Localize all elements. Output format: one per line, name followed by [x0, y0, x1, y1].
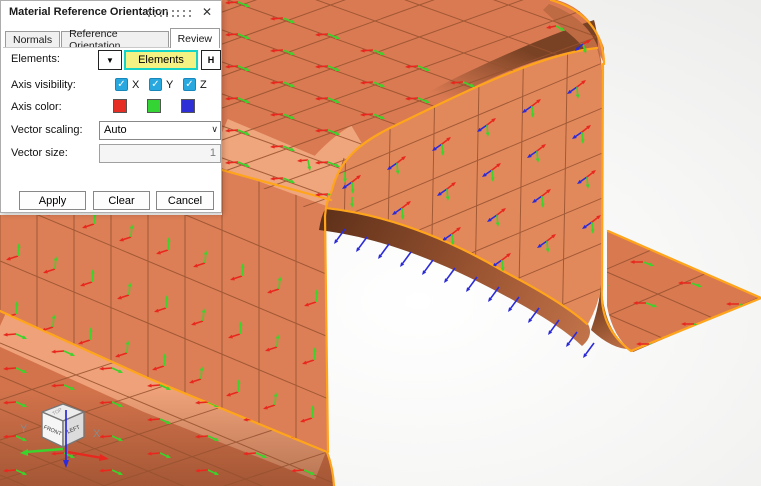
- app-window: TOP FRONT LEFT Y X Material Reference Or…: [0, 0, 761, 486]
- dialog-titlebar[interactable]: Material Reference Orientation ✕: [1, 1, 221, 25]
- material-reference-orientation-dialog: Material Reference Orientation ✕ Normals…: [0, 0, 222, 213]
- vector-size-label: Vector size:: [11, 147, 68, 159]
- dialog-title: Material Reference Orientation: [9, 6, 169, 18]
- drag-grip[interactable]: [148, 10, 194, 18]
- tab-normals[interactable]: Normals: [5, 31, 61, 48]
- dialog-buttons-row: Apply Clear Cancel: [3, 191, 220, 211]
- entity-dropdown-button[interactable]: ▼: [98, 50, 122, 70]
- axis-visibility-label: Axis visibility:: [11, 79, 76, 91]
- x-color-swatch[interactable]: [113, 99, 127, 113]
- vector-scaling-label: Vector scaling:: [11, 124, 83, 136]
- checkbox-y[interactable]: ✓: [149, 78, 162, 91]
- axis-color-row: Axis color:: [3, 98, 220, 118]
- clear-button[interactable]: Clear: [93, 191, 150, 210]
- vector-scaling-row: Vector scaling: Auto ∨: [3, 121, 221, 141]
- axis-x-label: X: [93, 428, 101, 440]
- y-color-swatch[interactable]: [147, 99, 161, 113]
- cancel-button[interactable]: Cancel: [156, 191, 214, 210]
- apply-button[interactable]: Apply: [19, 191, 86, 210]
- tab-review[interactable]: Review: [169, 28, 220, 48]
- vector-size-row: Vector size: 1: [3, 144, 221, 164]
- checkbox-y-label: Y: [166, 79, 174, 91]
- tab-reference-orientation[interactable]: Reference Orientation: [61, 28, 169, 52]
- multi-select-icon[interactable]: H: [201, 50, 221, 70]
- close-icon[interactable]: ✕: [200, 5, 214, 19]
- elements-select-button[interactable]: Elements: [124, 50, 198, 70]
- axis-color-label: Axis color:: [11, 101, 62, 113]
- axis-visibility-row: Axis visibility: ✓ X ✓ Y ✓ Z: [3, 76, 220, 96]
- checkbox-z[interactable]: ✓: [183, 78, 196, 91]
- vector-size-input[interactable]: 1: [99, 144, 221, 163]
- dialog-tabs: Normals Reference Orientation Review: [5, 28, 221, 52]
- tab-page-review: Elements: ▼ Elements H Axis visibility: …: [3, 47, 221, 211]
- chevron-down-icon: ∨: [211, 124, 218, 134]
- elements-row: Elements: ▼ Elements H: [3, 50, 221, 70]
- vector-scaling-select[interactable]: Auto ∨: [99, 121, 221, 140]
- vector-scaling-value: Auto: [104, 124, 127, 136]
- checkbox-x-label: X: [132, 79, 140, 91]
- z-color-swatch[interactable]: [181, 99, 195, 113]
- axis-y-label: Y: [20, 423, 28, 435]
- checkbox-z-label: Z: [200, 79, 207, 91]
- checkbox-x[interactable]: ✓: [115, 78, 128, 91]
- elements-label: Elements:: [11, 53, 60, 65]
